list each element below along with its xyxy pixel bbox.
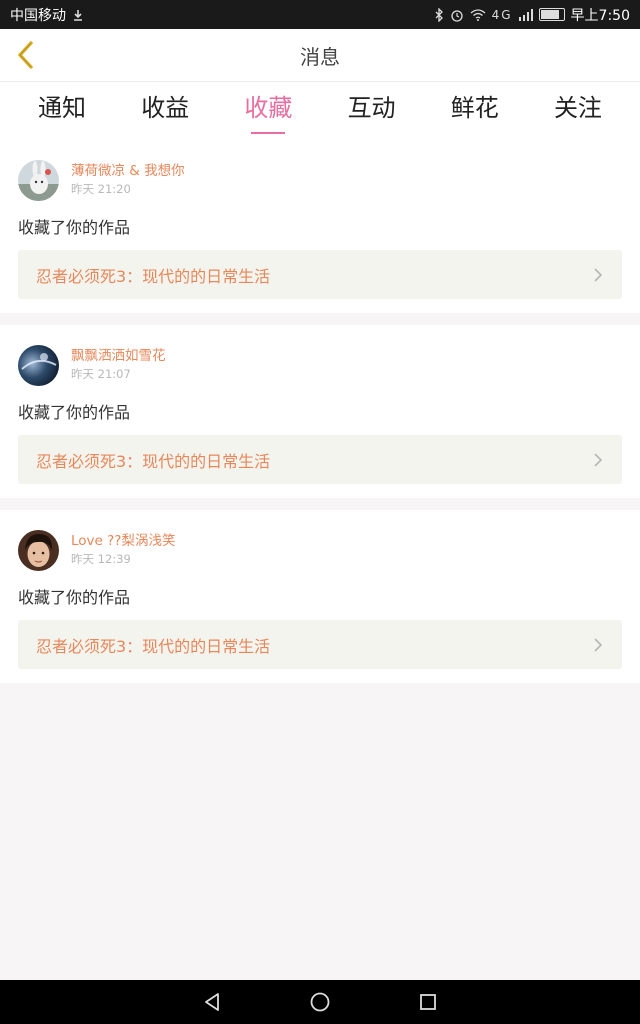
bluetooth-icon	[435, 7, 443, 22]
message-action: 收藏了你的作品	[18, 588, 131, 607]
home-circle-icon[interactable]	[309, 991, 331, 1013]
message-card: 薄荷微凉 & 我想你 昨天 21:20 收藏了你的作品 忍者必须死3：现代的的日…	[0, 140, 640, 313]
work-title: 忍者必须死3：现代的的日常生活	[36, 636, 271, 656]
tab-interaction[interactable]: 互动	[322, 82, 422, 140]
alarm-icon	[450, 9, 463, 22]
tab-favorites[interactable]: 收藏	[218, 82, 318, 140]
message-time: 昨天 21:07	[71, 367, 131, 381]
message-card: Love ??梨涡浅笑 昨天 12:39 收藏了你的作品 忍者必须死3：现代的的…	[0, 510, 640, 683]
page-title: 消息	[300, 44, 340, 69]
avatar[interactable]	[18, 159, 59, 201]
status-time: 早上7:50	[570, 7, 630, 24]
work-link[interactable]: 忍者必须死3：现代的的日常生活	[18, 250, 622, 299]
avatar[interactable]	[18, 344, 59, 386]
wifi-icon	[470, 8, 486, 21]
chevron-right-icon	[594, 267, 603, 282]
message-card: 飘飘洒洒如雪花 昨天 21:07 收藏了你的作品 忍者必须死3：现代的的日常生活	[0, 325, 640, 498]
message-time: 昨天 21:20	[71, 182, 131, 196]
message-header: 飘飘洒洒如雪花 昨天 21:07	[18, 343, 622, 387]
username[interactable]: 飘飘洒洒如雪花	[71, 347, 166, 365]
work-title: 忍者必须死3：现代的的日常生活	[36, 451, 271, 471]
tab-notify[interactable]: 通知	[12, 82, 112, 140]
carrier-name: 中国移动	[10, 7, 66, 24]
work-title: 忍者必须死3：现代的的日常生活	[36, 266, 271, 286]
tab-bar: 通知 收益 收藏 互动 鲜花 关注	[0, 82, 640, 140]
message-list: 薄荷微凉 & 我想你 昨天 21:20 收藏了你的作品 忍者必须死3：现代的的日…	[0, 140, 640, 695]
chevron-right-icon	[594, 452, 603, 467]
message-action: 收藏了你的作品	[18, 403, 131, 422]
status-bar: 中国移动 4G 早上7:50	[0, 0, 640, 29]
recents-square-icon[interactable]	[417, 991, 439, 1013]
avatar[interactable]	[18, 529, 59, 571]
message-header: Love ??梨涡浅笑 昨天 12:39	[18, 528, 622, 572]
chevron-left-icon	[18, 41, 33, 69]
chevron-right-icon	[594, 637, 603, 652]
username[interactable]: Love ??梨涡浅笑	[71, 532, 175, 550]
back-triangle-icon[interactable]	[201, 991, 223, 1013]
download-icon	[74, 9, 82, 21]
work-link[interactable]: 忍者必须死3：现代的的日常生活	[18, 620, 622, 669]
signal-icon	[518, 8, 533, 21]
message-header: 薄荷微凉 & 我想你 昨天 21:20	[18, 158, 622, 202]
network-type: 4G	[491, 7, 513, 22]
message-action: 收藏了你的作品	[18, 218, 131, 237]
username[interactable]: 薄荷微凉 & 我想你	[71, 162, 185, 180]
work-link[interactable]: 忍者必须死3：现代的的日常生活	[18, 435, 622, 484]
header-bar: 消息	[0, 29, 640, 82]
tab-flowers[interactable]: 鲜花	[425, 82, 525, 140]
battery-icon	[538, 8, 565, 21]
system-nav-bar	[0, 980, 640, 1024]
message-time: 昨天 12:39	[71, 552, 131, 566]
tab-earnings[interactable]: 收益	[115, 82, 215, 140]
tab-follow[interactable]: 关注	[528, 82, 628, 140]
back-button[interactable]	[10, 37, 40, 73]
